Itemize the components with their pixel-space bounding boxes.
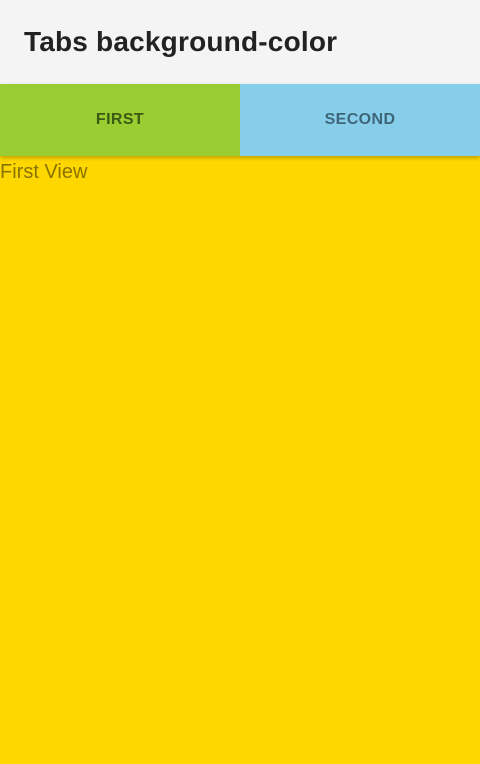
view-label: First View (0, 161, 88, 183)
tab-second[interactable]: SECOND (240, 84, 480, 156)
tab-bar: FIRST SECOND (0, 84, 480, 156)
tab-first[interactable]: FIRST (0, 84, 240, 156)
page-title: Tabs background-color (24, 26, 338, 57)
tab-content-view: First View (0, 156, 480, 764)
tab-first-label: FIRST (95, 111, 145, 128)
tab-second-label: SECOND (324, 111, 396, 128)
app-screen: Tabs background-color FIRST SECOND First… (0, 0, 480, 764)
toolbar: Tabs background-color (0, 0, 480, 84)
